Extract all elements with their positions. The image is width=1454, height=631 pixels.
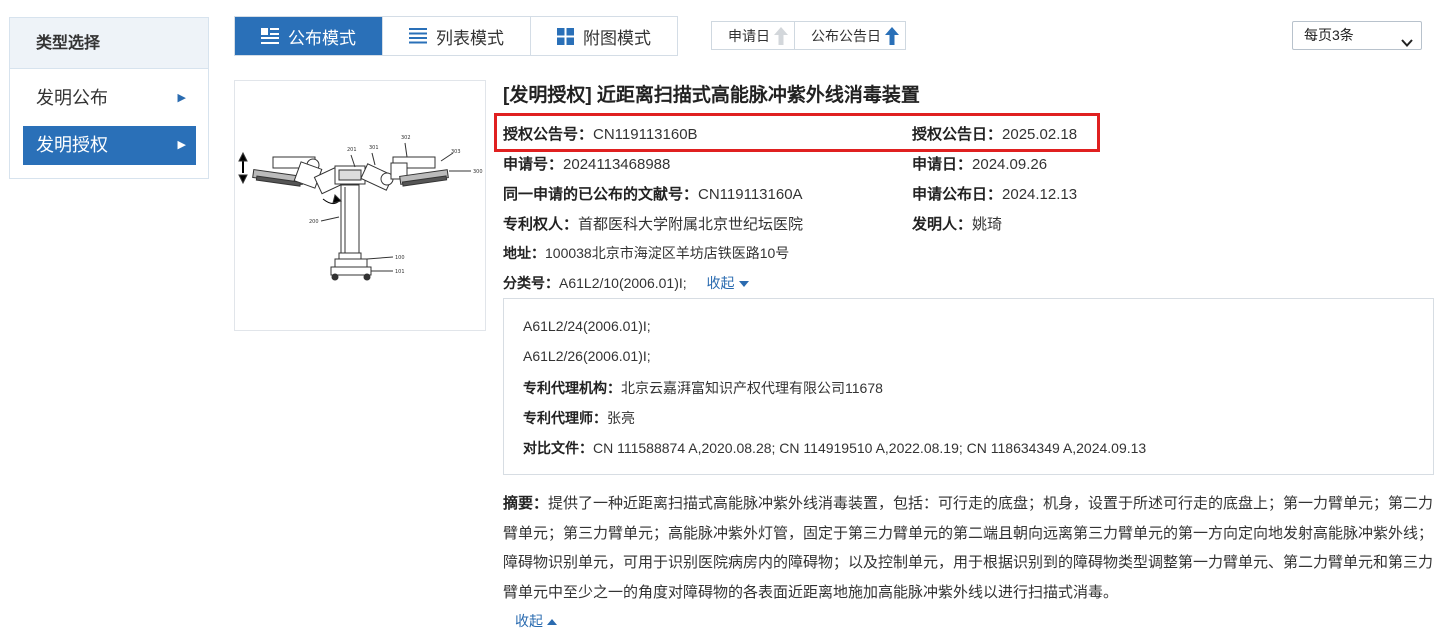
patentee: 专利权人：首都医科大学附属北京世纪坛医院 xyxy=(503,216,804,233)
tab-figure-mode[interactable]: 附图模式 xyxy=(531,17,677,55)
sidebar-item-label: 发明授权 xyxy=(36,135,108,155)
cited-documents: 对比文件：CN 111588874 A,2020.08.28; CN 11491… xyxy=(523,440,1147,456)
sort-label: 公布公告日 xyxy=(811,27,881,44)
sort-label: 申请日 xyxy=(728,27,770,44)
grant-publication-number: 授权公告号：CN119113160B xyxy=(503,126,698,143)
type-select-header: 类型选择 xyxy=(10,18,208,69)
tab-label: 附图模式 xyxy=(583,28,651,48)
tab-list-mode[interactable]: 列表模式 xyxy=(383,17,531,55)
inventor: 发明人：姚琦 xyxy=(912,216,1003,233)
view-mode-tabs: 公布模式 列表模式 附图模式 xyxy=(234,16,678,56)
classification-item: A61L2/24(2006.01)I; xyxy=(523,318,651,334)
patent-agency: 专利代理机构：北京云嘉湃富知识产权代理有限公司11678 xyxy=(523,380,883,396)
abstract-collapse-link[interactable]: 收起 xyxy=(515,611,557,631)
type-select-panel: 类型选择 发明公布 ▶ 发明授权 ▶ xyxy=(9,17,209,179)
abstract-text: 提供了一种近距离扫描式高能脉冲紫外线消毒装置，包括：可行走的底盘；机身，设置于所… xyxy=(503,495,1434,601)
patent-agent: 专利代理师：张亮 xyxy=(523,410,635,426)
patent-figure-thumbnail[interactable]: 201 301 302 303 300 200 100 101 xyxy=(234,80,486,331)
caret-right-icon: ▶ xyxy=(177,92,186,104)
figure-ref-label: 201 xyxy=(347,147,357,153)
page-size-value: 每页3条 xyxy=(1304,27,1354,43)
application-number: 申请号：2024113468988 xyxy=(503,156,671,173)
figure-ref-label: 300 xyxy=(473,169,483,175)
figure-ref-label: 100 xyxy=(395,255,405,261)
same-application-document-number: 同一申请的已公布的文献号：CN119113160A xyxy=(503,186,803,203)
publish-list-icon xyxy=(261,28,279,44)
figure-ref-label: 301 xyxy=(369,145,379,151)
grid-icon xyxy=(557,27,574,45)
arrow-up-icon xyxy=(774,26,788,45)
patent-title[interactable]: [发明授权] 近距离扫描式高能脉冲紫外线消毒装置 xyxy=(503,80,920,107)
sidebar-item-label: 发明公布 xyxy=(36,88,108,108)
tab-publish-mode[interactable]: 公布模式 xyxy=(235,17,383,55)
arrow-up-icon xyxy=(885,26,899,45)
classification-details-panel: A61L2/24(2006.01)I; A61L2/26(2006.01)I; … xyxy=(503,298,1434,475)
application-publication-date: 申请公布日：2024.12.13 xyxy=(912,186,1078,203)
figure-ref-label: 200 xyxy=(309,219,319,225)
application-date: 申请日：2024.09.26 xyxy=(912,156,1048,173)
sort-by-application-date-button[interactable]: 申请日 xyxy=(712,22,795,49)
list-icon xyxy=(409,28,427,44)
sidebar-item-invention-grant[interactable]: 发明授权 ▶ xyxy=(23,126,196,165)
figure-ref-label: 303 xyxy=(451,149,461,155)
chevron-down-icon xyxy=(1401,30,1413,57)
address: 地址：100038北京市海淀区羊坊店铁医路10号 xyxy=(503,245,790,261)
classification-item: A61L2/26(2006.01)I; xyxy=(523,348,651,364)
sort-group: 申请日 公布公告日 xyxy=(711,21,906,50)
grant-publication-date: 授权公告日：2025.02.18 xyxy=(912,126,1078,143)
classification-collapse-link[interactable]: 收起 xyxy=(707,275,749,291)
abstract: 摘要：提供了一种近距离扫描式高能脉冲紫外线消毒装置，包括：可行走的底盘；机身，设… xyxy=(503,495,1434,601)
page-size-select[interactable]: 每页3条 xyxy=(1292,21,1422,50)
sidebar-item-invention-publication[interactable]: 发明公布 ▶ xyxy=(23,79,196,118)
patent-drawing: 201 301 302 303 300 200 100 101 xyxy=(238,135,483,281)
caret-down-icon xyxy=(738,281,749,288)
caret-right-icon: ▶ xyxy=(177,139,186,151)
tab-label: 公布模式 xyxy=(288,28,356,48)
classification-number: 分类号：A61L2/10(2006.01)I; 收起 xyxy=(503,273,749,293)
tab-label: 列表模式 xyxy=(436,28,504,48)
figure-ref-label: 302 xyxy=(401,135,411,141)
caret-up-icon xyxy=(547,619,557,626)
figure-ref-label: 101 xyxy=(395,269,405,275)
sort-by-publication-date-button[interactable]: 公布公告日 xyxy=(795,22,905,49)
